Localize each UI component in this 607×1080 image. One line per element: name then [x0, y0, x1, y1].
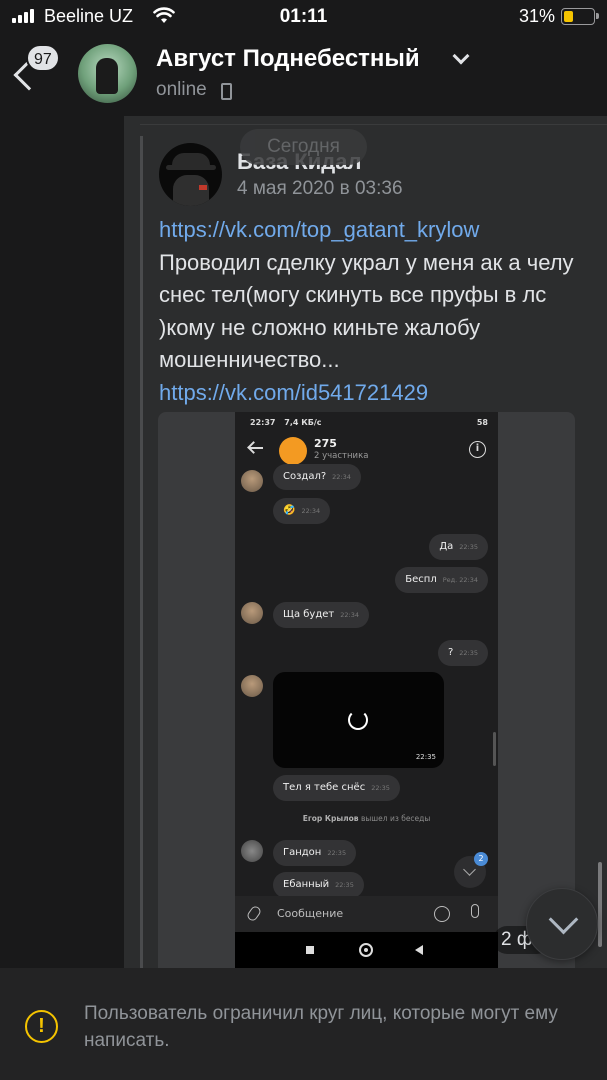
- list-item: ? 22:35: [437, 640, 488, 666]
- battery-icon: [561, 8, 599, 25]
- scroll-down-icon[interactable]: [526, 888, 598, 960]
- emoji-icon: [434, 906, 450, 922]
- list-item: Ебанный 22:35: [273, 872, 364, 898]
- forward-bar: [140, 136, 143, 968]
- embedded-status-bar: 22:37 7,4 КБ/с 58: [250, 418, 488, 427]
- list-item: Ща будет 22:34: [273, 602, 369, 628]
- contact-name[interactable]: Август Поднебестный: [156, 45, 420, 73]
- phone-icon: [221, 83, 232, 100]
- replay-icon: [348, 710, 368, 730]
- restriction-text: Пользователь ограничил круг лиц, которые…: [84, 1003, 558, 1051]
- divider: [140, 124, 607, 125]
- avatar: [241, 840, 263, 862]
- scroll-down-icon: 2: [454, 852, 488, 888]
- list-item: Тел я тебе снёс 22:35: [273, 775, 400, 801]
- date-separator: Сегодня: [240, 129, 367, 165]
- post-author-avatar[interactable]: [159, 143, 222, 206]
- list-item: 🤣 22:34: [273, 498, 331, 524]
- chevron-down-icon[interactable]: [452, 47, 470, 65]
- avatar: [241, 675, 263, 697]
- post-link-top[interactable]: https://vk.com/top_gatant_krylow: [159, 214, 589, 247]
- chat-header: 97 Август Поднебестный online: [0, 36, 607, 116]
- embedded-chat-title: 275: [314, 437, 337, 450]
- attach-icon: [245, 904, 263, 923]
- scrollbar[interactable]: [598, 862, 602, 947]
- embedded-chat-subtitle: 2 участника: [314, 451, 369, 461]
- video-message: 22:35: [273, 672, 444, 768]
- battery-percent: 31%: [518, 6, 555, 26]
- back-icon: [249, 447, 263, 449]
- back-icon: [415, 945, 423, 955]
- embedded-nav-bar: [235, 932, 498, 968]
- scrollbar: [493, 732, 496, 766]
- post-link-bottom[interactable]: https://vk.com/id541721429: [159, 377, 589, 410]
- list-item: Создал? 22:34: [273, 464, 361, 490]
- warning-icon: !: [25, 1010, 58, 1043]
- list-item: Да 22:35: [429, 534, 488, 560]
- photo-attachment[interactable]: 22:37 7,4 КБ/с 58 275 2 участника i Созд…: [158, 412, 575, 968]
- clock: 01:11: [279, 6, 328, 27]
- restriction-banner: ! Пользователь ограничил круг лиц, котор…: [0, 968, 607, 1080]
- avatar: [279, 437, 307, 465]
- system-message: Егор Крылов вышел из беседы: [302, 814, 431, 823]
- avatar[interactable]: [78, 44, 137, 103]
- recents-icon: [306, 946, 314, 954]
- post-date: 4 мая 2020 в 03:36: [237, 178, 403, 199]
- post-text: https://vk.com/top_gatant_krylow Проводи…: [159, 214, 589, 409]
- unread-badge[interactable]: 97: [26, 44, 60, 72]
- list-item: Беспл Ред. 22:34: [395, 567, 488, 593]
- avatar: [241, 602, 263, 624]
- info-icon: i: [469, 441, 486, 458]
- embedded-message-input: Сообщение: [235, 896, 498, 932]
- post-body: Проводил сделку украл у меня ак а челу с…: [159, 249, 574, 373]
- avatar: [241, 470, 263, 492]
- status-bar: Beeline UZ 01:11 31%: [0, 0, 607, 36]
- embedded-screenshot: 22:37 7,4 КБ/с 58 275 2 участника i Созд…: [235, 412, 498, 968]
- embedded-chat-header: 275 2 участника i: [235, 434, 498, 470]
- presence-status: online: [156, 79, 207, 100]
- list-item: Гандон 22:35: [273, 840, 357, 866]
- message-list[interactable]: База Кидал Сегодня 4 мая 2020 в 03:36 ht…: [0, 116, 607, 968]
- home-icon: [359, 943, 373, 957]
- microphone-icon: [471, 904, 479, 918]
